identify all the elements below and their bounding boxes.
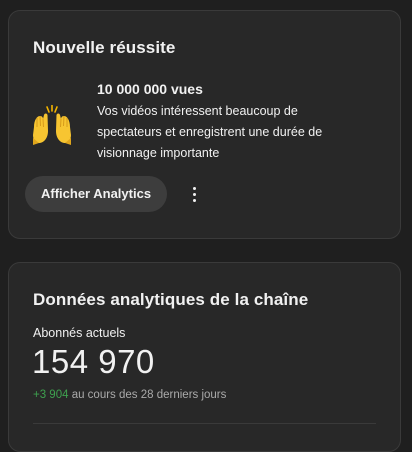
current-subscribers-label: Abonnés actuels: [33, 326, 126, 340]
subscribers-delta-text: au cours des 28 derniers jours: [68, 389, 227, 401]
subscribers-delta-value: +3 904: [33, 389, 69, 401]
current-subscribers-count: 154 970: [32, 343, 155, 380]
subscribers-delta: +3 904 au cours des 28 derniers jours: [33, 389, 226, 401]
achievement-card: Nouvelle réussite 10 000 000 vues Vos vi…: [8, 10, 401, 239]
raising-hands-icon: [33, 105, 71, 145]
more-vert-icon[interactable]: [179, 179, 209, 209]
kebab-dot: [192, 186, 196, 190]
kebab-dot: [192, 192, 196, 196]
achievement-card-title: Nouvelle réussite: [33, 38, 176, 57]
view-analytics-button[interactable]: Afficher Analytics: [25, 176, 168, 212]
divider: [33, 423, 376, 424]
milestone-title: 10 000 000 vues: [97, 81, 203, 97]
milestone-description: Vos vidéos intéressent beaucoup de spect…: [97, 104, 323, 160]
channel-analytics-card: Données analytiques de la chaîne Abonnés…: [8, 262, 401, 452]
analytics-card-title: Données analytiques de la chaîne: [33, 290, 309, 309]
kebab-dot: [192, 198, 196, 202]
